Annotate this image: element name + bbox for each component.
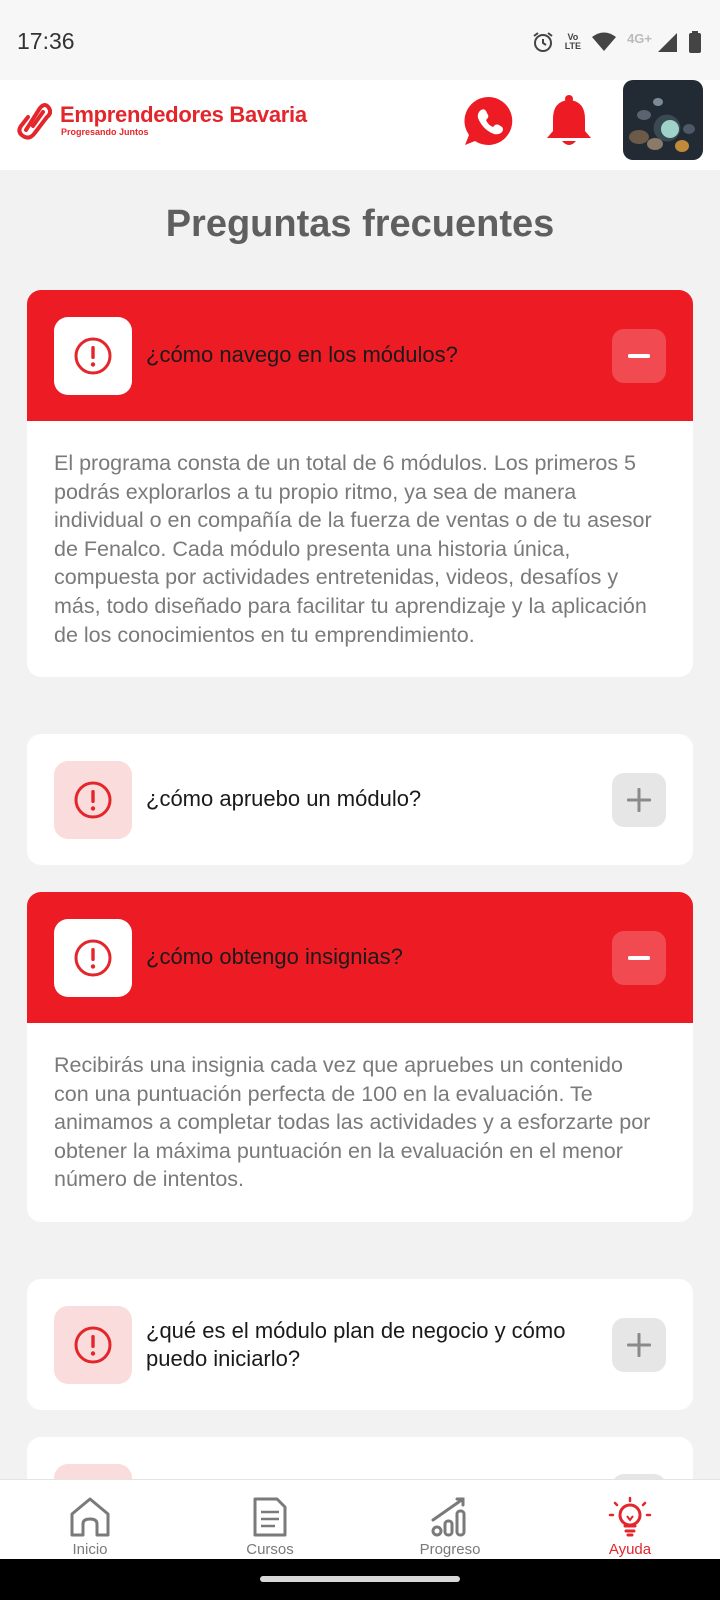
notifications-button[interactable] xyxy=(543,93,595,149)
chart-icon xyxy=(431,1497,466,1537)
system-navigation-bar xyxy=(0,1559,720,1600)
home-gesture-handle[interactable] xyxy=(260,1576,460,1582)
status-icons: Vo LTE 4G+ xyxy=(531,28,702,56)
nav-label: Inicio xyxy=(72,1541,108,1558)
faq-header[interactable]: ¿cómo navego en los módulos? xyxy=(27,290,693,421)
plus-icon xyxy=(627,1333,651,1357)
faq-header[interactable]: ¿cómo obtengo insignias? xyxy=(27,892,693,1023)
faq-question: ¿cómo apruebo un módulo? xyxy=(146,786,422,811)
expand-button[interactable] xyxy=(612,773,666,827)
nav-label: Ayuda xyxy=(608,1541,652,1558)
nav-label: Cursos xyxy=(246,1541,294,1558)
faq-icon-box xyxy=(54,761,132,839)
collapse-button[interactable] xyxy=(612,329,666,383)
faq-icon-box xyxy=(54,1306,132,1384)
lightbulb-icon xyxy=(608,1496,652,1537)
bottom-navigation: Inicio Cursos Progreso Ayuda xyxy=(0,1479,720,1559)
faq-item: ¿qué es el módulo plan de negocio y cómo… xyxy=(27,1279,693,1410)
brand-mark-icon xyxy=(17,103,52,140)
nav-item-progreso[interactable]: Progreso xyxy=(360,1480,540,1559)
faq-question: ¿cómo navego en los módulos? xyxy=(146,342,458,367)
alert-icon xyxy=(74,939,112,977)
page-title: Preguntas frecuentes xyxy=(165,203,555,245)
document-icon xyxy=(253,1497,287,1537)
home-icon xyxy=(70,1497,110,1537)
faq-question: ¿cómo obtengo insignias? xyxy=(146,944,403,969)
faq-header[interactable]: ¿qué es el módulo plan de negocio y cómo… xyxy=(27,1279,693,1410)
whatsapp-button[interactable] xyxy=(462,94,516,148)
signal-icon xyxy=(658,33,677,52)
app-header: Emprendedores Bavaria Progresando Juntos xyxy=(0,80,720,170)
minus-icon xyxy=(628,354,650,358)
nav-item-cursos[interactable]: Cursos xyxy=(180,1480,360,1559)
bell-icon xyxy=(547,95,591,145)
faq-item: ¿cómo obtengo insignias? Recibirás una i… xyxy=(27,892,693,1222)
faq-item: ¿cómo navego en los módulos? El programa… xyxy=(27,290,693,678)
nav-item-inicio[interactable]: Inicio xyxy=(0,1480,180,1559)
alert-icon xyxy=(74,337,112,375)
volte-icon: Vo LTE xyxy=(564,32,582,51)
faq-answer: Recibirás una insignia cada vez que apru… xyxy=(54,1053,651,1192)
faq-icon-box xyxy=(54,317,132,395)
collapse-button[interactable] xyxy=(612,931,666,985)
plus-icon xyxy=(627,788,651,812)
whatsapp-icon xyxy=(464,96,513,145)
brand-logo[interactable]: Emprendedores Bavaria Progresando Juntos xyxy=(16,100,307,140)
faq-icon-box xyxy=(54,919,132,997)
alert-icon xyxy=(74,781,112,819)
nav-item-ayuda[interactable]: Ayuda xyxy=(540,1480,720,1559)
brand-tagline: Progresando Juntos xyxy=(61,127,149,137)
battery-icon xyxy=(689,31,701,53)
minus-icon xyxy=(628,956,650,960)
wifi-icon xyxy=(592,32,617,51)
status-bar: 17:36 Vo LTE 4G+ xyxy=(0,0,720,80)
brand-title: Emprendedores Bavaria xyxy=(60,102,307,127)
alert-icon xyxy=(74,1326,112,1364)
faq-item: ¿cómo apruebo un módulo? xyxy=(27,734,693,865)
status-time: 17:36 xyxy=(17,28,75,54)
expand-button[interactable] xyxy=(612,1318,666,1372)
avatar[interactable] xyxy=(623,80,703,160)
faq-answer: El programa consta de un total de 6 módu… xyxy=(54,451,652,647)
faq-question: ¿qué es el módulo plan de negocio y cómo… xyxy=(146,1318,566,1371)
nav-label: Progreso xyxy=(419,1541,481,1558)
faq-header[interactable]: ¿cómo apruebo un módulo? xyxy=(27,734,693,865)
alarm-icon xyxy=(533,32,553,52)
network-type: 4G+ xyxy=(627,30,652,46)
